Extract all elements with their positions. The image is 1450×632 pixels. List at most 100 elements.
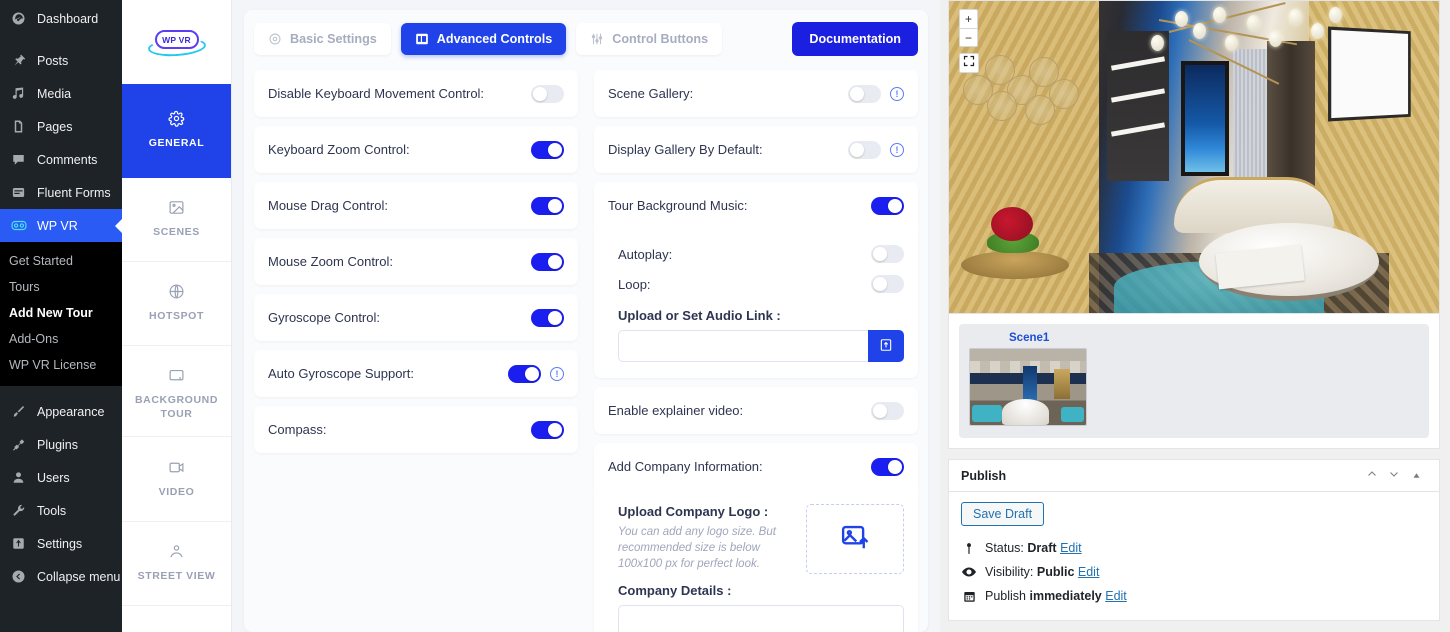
gear-icon — [168, 110, 185, 127]
setting-label: Add Company Information: — [608, 459, 763, 474]
vtab-background-tour[interactable]: BACKGROUND TOUR — [122, 346, 231, 437]
tab-label: Advanced Controls — [436, 32, 553, 46]
tab-label: Control Buttons — [612, 32, 709, 46]
status-edit-link[interactable]: Edit — [1060, 541, 1082, 555]
upload-icon — [879, 338, 893, 355]
chevron-down-icon[interactable] — [1383, 468, 1405, 483]
sidebar-item-label: Appearance — [37, 404, 105, 419]
comment-icon — [9, 150, 28, 169]
audio-upload-button[interactable] — [868, 330, 904, 362]
audio-link-label: Upload or Set Audio Link : — [618, 308, 781, 323]
company-logo-dropzone[interactable] — [806, 504, 904, 574]
pin-marker-icon — [961, 542, 977, 555]
tab-advanced-controls[interactable]: Advanced Controls — [400, 23, 567, 55]
toggle-scene-gallery[interactable] — [848, 84, 881, 103]
vtab-hotspot[interactable]: HOTSPOT — [122, 262, 231, 346]
vtab-street-view[interactable]: STREET VIEW — [122, 522, 231, 606]
scene-thumbnail[interactable] — [969, 348, 1087, 426]
save-draft-button[interactable]: Save Draft — [961, 502, 1045, 526]
sidebar-item-wp-vr[interactable]: WP VR — [0, 209, 122, 242]
toggle-add-company-information[interactable] — [871, 457, 904, 476]
sidebar-item-comments[interactable]: Comments — [0, 143, 122, 176]
setting-label: Auto Gyroscope Support: — [268, 366, 414, 381]
sidebar-item-settings[interactable]: Settings — [0, 527, 122, 560]
toggle-display-gallery-by-default[interactable] — [848, 140, 881, 159]
setting-label: Tour Background Music: — [608, 198, 748, 213]
toggle-mouse-zoom-control[interactable] — [531, 252, 564, 271]
sidebar-item-label: Tools — [37, 503, 67, 518]
sidebar-item-users[interactable]: Users — [0, 461, 122, 494]
toggle-auto-gyroscope-support[interactable] — [508, 364, 541, 383]
sidebar-item-fluent-forms[interactable]: Fluent Forms — [0, 176, 122, 209]
sidebar-item-media[interactable]: Media — [0, 77, 122, 110]
equalizer-icon — [590, 32, 604, 46]
zoom-in-button[interactable]: + — [959, 9, 978, 28]
vtab-label: HOTSPOT — [149, 310, 204, 322]
sidebar-item-pages[interactable]: Pages — [0, 110, 122, 143]
vtab-label: SCENES — [153, 226, 200, 238]
audio-link-input[interactable] — [618, 330, 868, 362]
setting-label: Display Gallery By Default: — [608, 142, 763, 157]
sidebar-item-tools[interactable]: Tools — [0, 494, 122, 527]
setting-autoplay: Autoplay: — [618, 239, 904, 269]
vtab-general[interactable]: GENERAL — [122, 84, 231, 178]
tab-basic-settings[interactable]: Basic Settings — [254, 23, 391, 55]
toggle-panel-icon[interactable] — [1405, 469, 1427, 483]
sidebar-item-dashboard[interactable]: Dashboard — [0, 2, 122, 35]
setting-mouse-zoom-control: Mouse Zoom Control: — [254, 238, 578, 285]
info-icon[interactable]: ! — [890, 86, 904, 101]
forms-icon — [9, 183, 28, 202]
pano-roses — [991, 207, 1033, 241]
info-icon[interactable]: ! — [890, 142, 904, 157]
submenu-item-tours[interactable]: Tours — [0, 274, 122, 300]
chevron-up-icon[interactable] — [1361, 468, 1383, 483]
sidebar-item-posts[interactable]: Posts — [0, 44, 122, 77]
submenu-item-get-started[interactable]: Get Started — [0, 248, 122, 274]
documentation-button[interactable]: Documentation — [792, 22, 918, 56]
eye-icon — [961, 566, 977, 578]
fullscreen-button[interactable] — [959, 53, 979, 73]
setting-gyroscope-control: Gyroscope Control: — [254, 294, 578, 341]
logo-text: WP VR — [154, 30, 199, 49]
setting-enable-explainer-video: Enable explainer video: — [594, 387, 918, 434]
setting-compass: Compass: — [254, 406, 578, 453]
setting-tour-background-music: Tour Background Music: — [594, 182, 918, 229]
tab-control-buttons[interactable]: Control Buttons — [576, 23, 723, 55]
sidebar-item-collapse-menu[interactable]: Collapse menu — [0, 560, 122, 593]
image-upload-icon — [840, 522, 870, 557]
info-icon[interactable]: ! — [550, 366, 564, 381]
toggle-keyboard-zoom-control[interactable] — [531, 140, 564, 159]
toggle-compass[interactable] — [531, 420, 564, 439]
sidebar-item-appearance[interactable]: Appearance — [0, 395, 122, 428]
toggle-tour-background-music[interactable] — [871, 196, 904, 215]
panorama-viewer[interactable]: + − — [949, 1, 1439, 313]
sidebar-item-plugins[interactable]: Plugins — [0, 428, 122, 461]
company-options-group: Upload Company Logo : You can add any lo… — [594, 490, 918, 632]
submenu-item-add-new-tour[interactable]: Add New Tour — [0, 300, 122, 326]
target-icon — [168, 283, 185, 300]
zoom-out-button[interactable]: − — [959, 28, 978, 47]
toggle-disable-keyboard-movement-control[interactable] — [531, 84, 564, 103]
toggle-mouse-drag-control[interactable] — [531, 196, 564, 215]
company-details-input[interactable] — [618, 605, 904, 632]
setting-label: Compass: — [268, 422, 327, 437]
sidebar-item-label: Users — [37, 470, 70, 485]
publish-edit-link[interactable]: Edit — [1105, 589, 1127, 603]
tab-label: Basic Settings — [290, 32, 377, 46]
pages-icon — [9, 117, 28, 136]
toggle-enable-explainer-video[interactable] — [871, 401, 904, 420]
sidebar-item-label: Settings — [37, 536, 83, 551]
submenu-item-wp-vr-license[interactable]: WP VR License — [0, 352, 122, 378]
toggle-gyroscope-control[interactable] — [531, 308, 564, 327]
toggle-autoplay[interactable] — [871, 245, 904, 263]
setting-auto-gyroscope-support: Auto Gyroscope Support: ! — [254, 350, 578, 397]
publish-status-line: Status: Draft Edit — [961, 536, 1427, 560]
submenu-item-add-ons[interactable]: Add-Ons — [0, 326, 122, 352]
vtab-scenes[interactable]: SCENES — [122, 178, 231, 262]
scene-label[interactable]: Scene1 — [1009, 332, 1419, 344]
vtab-video[interactable]: VIDEO — [122, 437, 231, 522]
video-icon — [168, 459, 185, 476]
visibility-edit-link[interactable]: Edit — [1078, 565, 1100, 579]
toggle-loop[interactable] — [871, 275, 904, 293]
dashboard-icon — [9, 9, 28, 28]
